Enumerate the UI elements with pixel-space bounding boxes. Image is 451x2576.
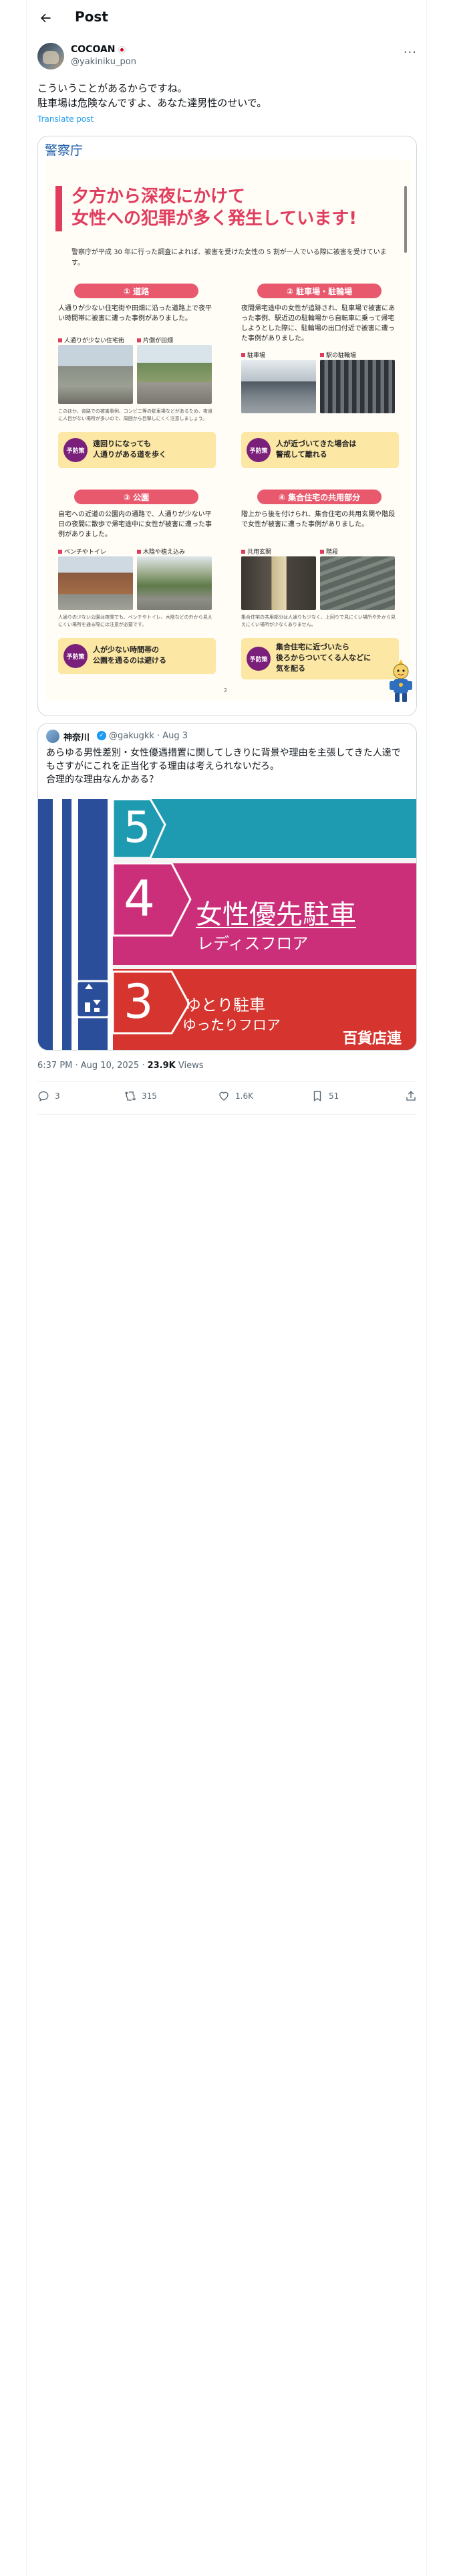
like-button[interactable]: 1.6K	[218, 1090, 253, 1102]
quoted-post-image[interactable]: 5 4 3 女性優先駐車 レディスフロア ゆとり駐車 ゆったりフロア 百貨店連	[38, 799, 416, 1050]
ladies-floor-label: レディスフロア	[197, 934, 309, 953]
road-photo-1	[58, 345, 133, 404]
stairs-photo	[320, 556, 395, 610]
bookmark-icon	[313, 1091, 321, 1102]
bookmark-button[interactable]: 51	[311, 1090, 339, 1102]
floor-4-number: 4	[124, 870, 156, 928]
share-icon	[406, 1091, 416, 1101]
bicycle-parking-photo	[320, 360, 395, 413]
post-image[interactable]: 警察庁 夕方から深夜にかけて 女性への犯罪が多く発生しています! 警察庁が平成 …	[37, 136, 417, 716]
section-park: ③ 公園 自宅への近道の公園内の通路で、人通りが少ない平日の夜間に散歩で帰宅途中…	[54, 490, 218, 690]
top-bar: Post	[27, 0, 428, 35]
parking-photo	[241, 360, 316, 413]
quoted-post[interactable]: 神奈川 ✓ @gakugkk · Aug 3 あらゆる男性差別・女性優遇措置に関…	[37, 723, 417, 1051]
more-options-button[interactable]: ···	[404, 45, 417, 60]
verified-badge-icon: ✓	[97, 731, 106, 740]
reply-button[interactable]: 3	[37, 1090, 60, 1102]
author-handle[interactable]: @yakiniku_pon	[71, 57, 136, 67]
share-button[interactable]	[405, 1090, 417, 1102]
section-parking: ② 駐車場・駐輪場 夜間帰宅途中の女性が追跡され、駐車場で被害にあった事例、駅近…	[237, 284, 402, 484]
post-column: Post COCOAN @yakiniku_pon ··· こういうことがあるか…	[26, 0, 427, 2576]
tip-box: 予防策 人が近づいてきた場合は 警戒して離れる	[241, 432, 399, 468]
view-count: 23.9K	[147, 1061, 176, 1071]
quoted-avatar[interactable]	[46, 730, 59, 743]
arrow-left-icon	[41, 13, 51, 23]
repost-icon	[124, 1091, 136, 1101]
quoted-author-name[interactable]: 神奈川	[63, 730, 90, 743]
section-road: ① 道路 人通りが少ない住宅街や田畑に沿った道路上で夜平い時間帯に被害に遭った事…	[54, 284, 218, 484]
author-name[interactable]: COCOAN	[71, 44, 116, 55]
toilet-photo	[58, 556, 133, 610]
quoted-author-handle[interactable]: @gakugkk · Aug 3	[109, 731, 188, 741]
poster-scrollbar	[404, 186, 407, 253]
translate-post-link[interactable]: Translate post	[37, 114, 94, 124]
heart-icon	[219, 1091, 229, 1101]
post-text: こういうことがあるからですね。 駐車場は危険なんですよ、あなた達男性のせいで。	[37, 82, 267, 109]
tip-box: 予防策 集合住宅に近づいたら 後ろからついてくる人などに 気を配る	[241, 638, 399, 679]
agency-label: 警察庁	[45, 143, 84, 158]
post-timestamp[interactable]: 6:37 PM · Aug 10, 2025 · 23.9K Views	[37, 1061, 204, 1071]
floor-5-number: 5	[124, 803, 151, 853]
poster-page-number: 2	[224, 687, 228, 693]
post-actions: 3 315 1.6K 51	[37, 1085, 417, 1110]
entrance-photo	[241, 556, 316, 610]
ladies-parking-sign: 女性優先駐車	[196, 899, 356, 930]
safety-poster: 夕方から深夜にかけて 女性への犯罪が多く発生しています! 警察庁が平成 30 年…	[45, 159, 411, 701]
divider	[37, 1081, 417, 1082]
poster-intro: 警察庁が平成 30 年に行った調査によれば、被害を受けた女性の 5 割が一人でい…	[71, 249, 387, 267]
quoted-post-text: あらゆる男性差別・女性優遇措置に関してしきりに背景や理由を主張してきた人達でもさ…	[46, 748, 401, 785]
section-apartment: ④ 集合住宅の共用部分 階上から後を付けられ、集合住宅の共用玄関や階段で女性が被…	[237, 490, 402, 690]
spacious-floor-label: ゆったりフロア	[182, 1017, 281, 1033]
poster-title: 夕方から深夜にかけて 女性への犯罪が多く発生しています!	[55, 186, 403, 231]
japan-flag-icon	[118, 45, 126, 53]
page-title: Post	[75, 9, 108, 25]
repost-button[interactable]: 315	[124, 1090, 157, 1102]
trees-photo	[137, 556, 212, 610]
reply-icon	[38, 1091, 49, 1101]
divider	[37, 1114, 417, 1115]
floor-3-number: 3	[124, 974, 154, 1029]
tip-box: 予防策 遠回りになっても 人通りがある道を歩く	[58, 432, 216, 468]
spacious-parking-sign: ゆとり駐車	[185, 996, 265, 1014]
tip-box: 予防策 人が少ない時間帯の 公園を通るのは避ける	[58, 638, 216, 674]
avatar[interactable]	[37, 43, 64, 70]
post-author: COCOAN @yakiniku_pon ···	[37, 43, 417, 75]
road-photo-2	[137, 345, 212, 404]
store-connection-label: 百貨店連	[343, 1031, 402, 1047]
back-button[interactable]	[36, 9, 55, 27]
police-mascot-icon	[390, 659, 412, 702]
